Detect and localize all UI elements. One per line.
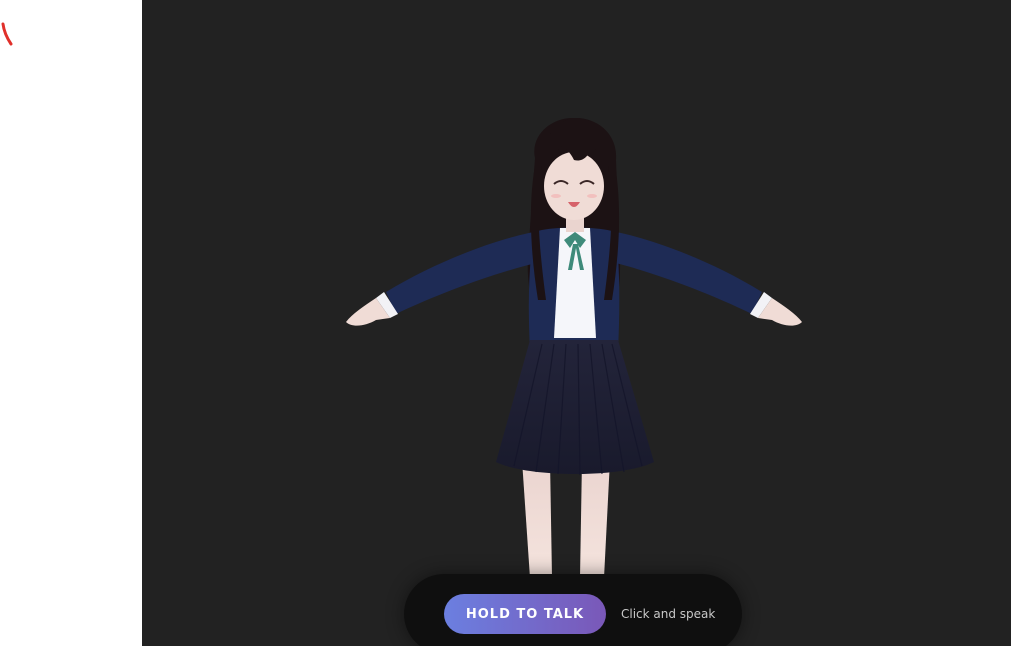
hint-text: Click and speak xyxy=(621,607,716,621)
left-leg xyxy=(522,460,552,578)
3d-viewport[interactable]: HOLD TO TALK Click and speak xyxy=(142,0,1011,646)
app-root: HOLD TO TALK Click and speak xyxy=(0,0,1011,646)
right-sleeve xyxy=(612,232,762,314)
left-panel xyxy=(0,0,142,646)
right-leg xyxy=(580,460,610,578)
red-annotation-mark xyxy=(1,22,13,46)
talk-bar: HOLD TO TALK Click and speak xyxy=(404,574,742,646)
hold-to-talk-button[interactable]: HOLD TO TALK xyxy=(444,594,606,634)
avatar-model xyxy=(346,117,802,578)
face xyxy=(544,152,604,220)
skirt xyxy=(496,340,654,474)
left-sleeve xyxy=(386,232,540,314)
